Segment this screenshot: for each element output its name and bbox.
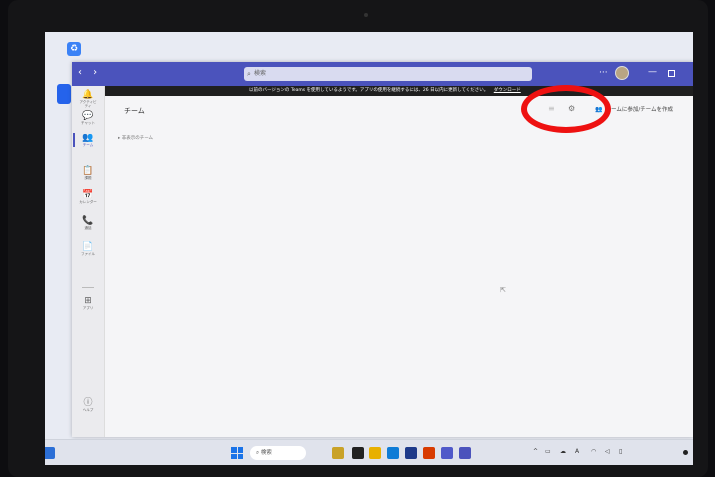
avatar[interactable]	[615, 66, 629, 80]
rail-label: 通話	[84, 226, 92, 230]
rail-label: アクティビティ	[79, 100, 97, 108]
nav-arrows[interactable]: ‹ ›	[78, 67, 101, 78]
chevron-up-icon[interactable]: ^	[533, 448, 538, 455]
onedrive-icon[interactable]: ☁	[560, 448, 566, 455]
files-icon: 📄	[82, 242, 94, 252]
bell-icon: 🔔	[82, 90, 94, 100]
apps-icon: ⊞	[84, 296, 92, 306]
start-button[interactable]	[231, 447, 243, 459]
rail-label: ヘルプ	[82, 408, 94, 412]
update-banner: 以前のバージョンの Teams を使用しているようです。アプリの使用を継続するに…	[105, 86, 693, 96]
laptop-screen: ♻ ‹ › ⌕ 検索 ··· — 以前のバージョンの Teams を使用している…	[45, 32, 693, 465]
join-create-label: チームに参加/チームを作成	[605, 107, 674, 113]
rail-label: 課題	[84, 176, 92, 180]
office-icon[interactable]	[423, 447, 435, 459]
copilot-icon[interactable]	[332, 447, 344, 459]
rail-item-calls[interactable]: 📞 通話	[78, 216, 98, 230]
rail-label: カレンダー	[79, 200, 97, 204]
rail-label: ファイル	[81, 252, 95, 256]
speaker-icon[interactable]: ◁	[605, 448, 610, 455]
taskbar-search-input[interactable]: ⌕ 検索	[250, 446, 306, 460]
language-icon[interactable]: A	[575, 448, 579, 455]
rail-label: チャット	[81, 121, 95, 125]
red-highlight-circle	[521, 85, 611, 133]
rail-divider	[82, 287, 94, 288]
assignments-icon: 📋	[82, 166, 94, 176]
more-options-icon[interactable]: ···	[599, 68, 608, 78]
rail-item-files[interactable]: 📄 ファイル	[78, 242, 98, 256]
rail-item-chat[interactable]: 💬 チャット	[78, 111, 98, 125]
teams-taskbar-icon[interactable]	[441, 447, 453, 459]
search-input[interactable]: ⌕ 検索	[244, 67, 532, 81]
rail-item-assignments[interactable]: 📋 課題	[78, 166, 98, 180]
edge-icon[interactable]	[387, 447, 399, 459]
rail-item-teams[interactable]: 👥 チーム	[78, 133, 98, 147]
rail-label: チーム	[82, 143, 94, 147]
rail-item-help[interactable]: ⓘ ヘルプ	[78, 398, 98, 412]
rail-active-indicator	[73, 133, 75, 147]
calendar-icon: 📅	[82, 190, 94, 200]
rail-label: アプリ	[82, 306, 94, 310]
hidden-teams-group[interactable]: ▸ 非表示のチーム	[118, 135, 153, 141]
calls-icon: 📞	[82, 216, 94, 226]
search-icon: ⌕	[247, 70, 251, 78]
recycle-bin-icon[interactable]: ♻	[67, 42, 81, 56]
wifi-icon[interactable]: ◠	[591, 448, 596, 455]
store-icon[interactable]	[405, 447, 417, 459]
chat-icon: 💬	[82, 111, 94, 121]
minimize-button[interactable]: —	[648, 67, 657, 77]
title-bar: ‹ › ⌕ 検索 ··· —	[72, 62, 693, 86]
teams-icon: 👥	[82, 133, 94, 143]
notification-icon[interactable]	[683, 450, 688, 455]
teams-classic-taskbar-icon[interactable]	[459, 447, 471, 459]
page-title: チーム	[124, 107, 145, 115]
battery-icon[interactable]: ▯	[619, 448, 622, 455]
network-icon[interactable]: ▭	[545, 448, 551, 455]
widgets-icon[interactable]	[45, 447, 55, 459]
rail-item-apps[interactable]: ⊞ アプリ	[78, 296, 98, 310]
search-placeholder: 検索	[254, 70, 267, 77]
download-link[interactable]: ダウンロード	[494, 88, 521, 93]
webcam	[364, 13, 368, 17]
maximize-button[interactable]	[668, 70, 675, 77]
rail-item-calendar[interactable]: 📅 カレンダー	[78, 190, 98, 204]
help-icon: ⓘ	[83, 398, 93, 408]
taskbar-search-placeholder: 検索	[260, 450, 272, 456]
mouse-cursor-icon: ⇱	[500, 286, 506, 294]
update-banner-text: 以前のバージョンの Teams を使用しているようです。アプリの使用を継続するに…	[249, 88, 489, 93]
desktop-shortcut-icon[interactable]	[57, 84, 71, 104]
rail-item-activity[interactable]: 🔔 アクティビティ	[78, 90, 98, 108]
taskbar: ⌕ 検索 ^ ▭ ☁ A ◠ ◁ ▯	[45, 439, 693, 465]
app-rail: 🔔 アクティビティ 💬 チャット 👥 チーム 📋 課題 📅 カレンダー 📞 通話…	[72, 86, 105, 437]
file-explorer-icon[interactable]	[369, 447, 381, 459]
task-view-icon[interactable]	[352, 447, 364, 459]
